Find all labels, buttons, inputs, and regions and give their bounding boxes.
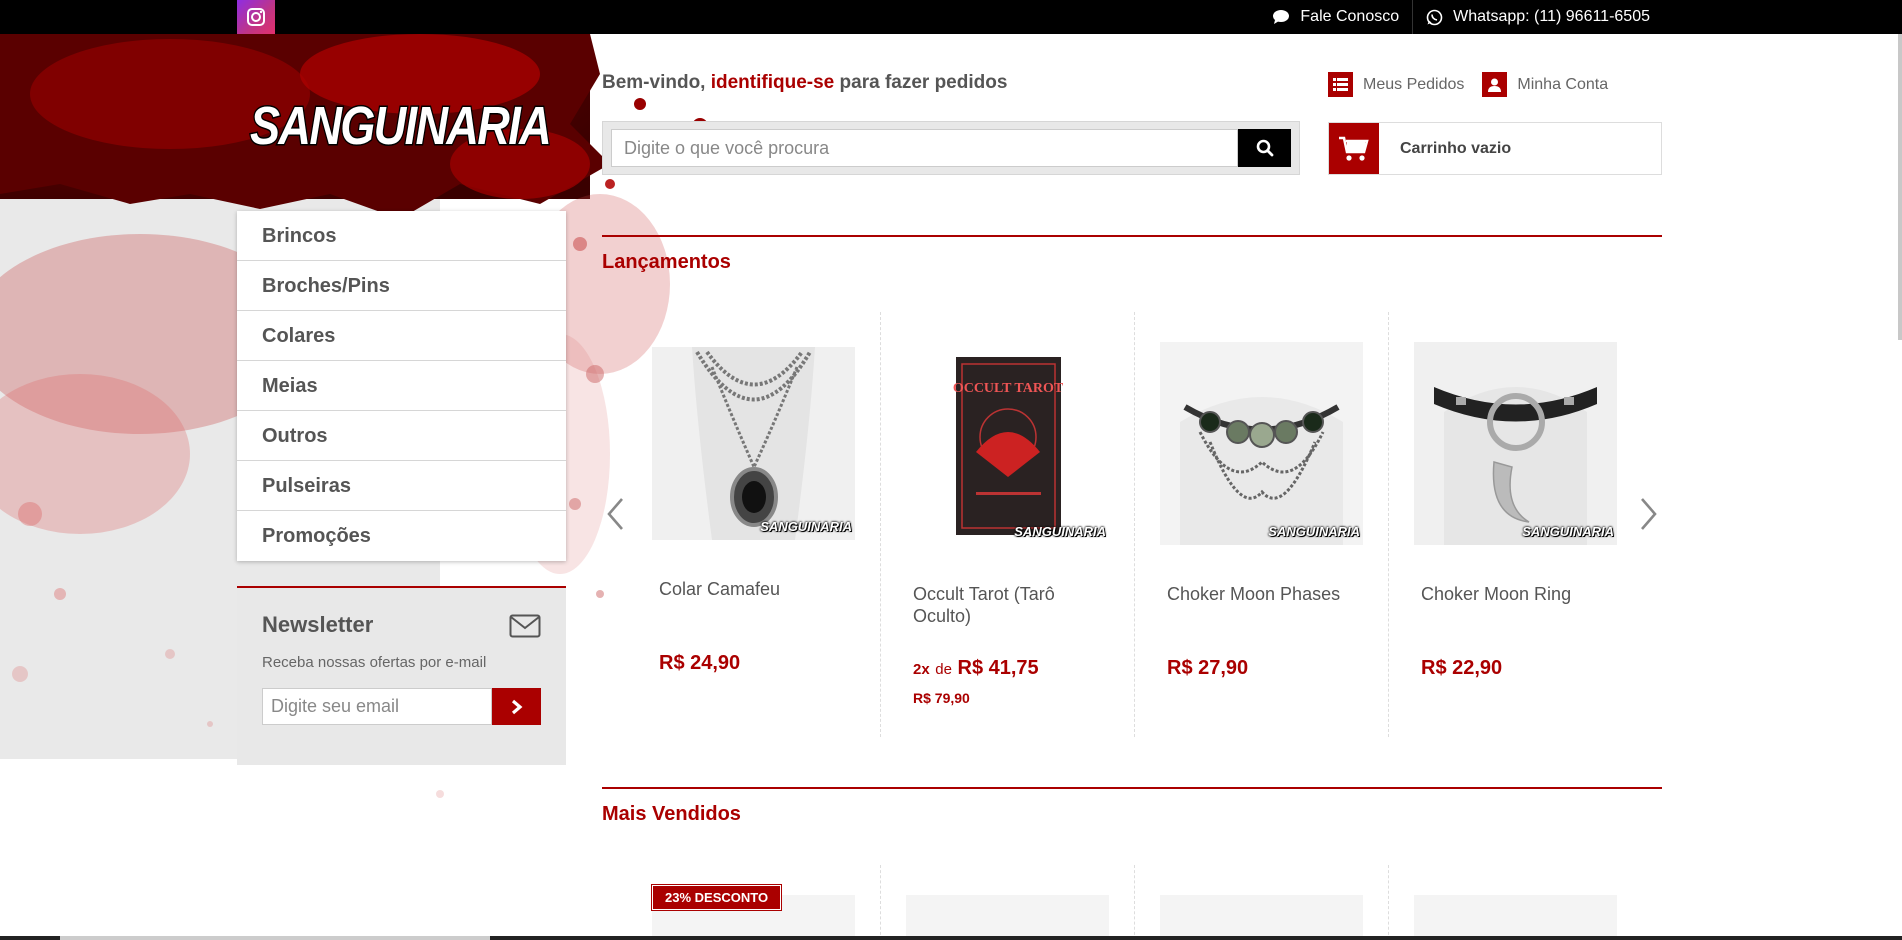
product-name[interactable]: Colar Camafeu [652,578,855,622]
product-watermark: SANGUINARIA [760,519,852,534]
newsletter-email-input[interactable] [262,688,492,725]
product-card[interactable] [881,865,1135,940]
cart-status: Carrinho vazio [1400,139,1512,157]
category-item-outros[interactable]: Outros [237,411,566,461]
category-item-pulseiras[interactable]: Pulseiras [237,461,566,511]
product-name[interactable]: Choker Moon Ring [1414,583,1618,627]
product-watermark: SANGUINARIA [1014,524,1106,539]
product-installment-price: 2x de R$ 41,75 [913,657,1039,679]
product-card[interactable]: OCCULT TAROT SANGUINARIA Occult Tarot (T… [881,312,1135,737]
product-watermark: SANGUINARIA [1268,524,1360,539]
top-bar: Fale Conosco Whatsapp: (11) 96611-6505 [0,0,1902,34]
discount-badge: 23% DESCONTO [652,885,782,910]
chat-bubble-icon [1273,10,1290,24]
product-image[interactable] [1160,895,1363,940]
product-image[interactable]: SANGUINARIA [1160,342,1363,545]
category-item-brincos[interactable]: Brincos [237,211,566,261]
product-image[interactable]: SANGUINARIA [1414,342,1617,545]
product-image[interactable] [906,895,1109,940]
newsletter-title: Newsletter [262,612,374,637]
section-title-lancamentos: Lançamentos [602,235,1662,274]
my-orders-link[interactable]: Meus Pedidos [1328,72,1464,97]
account-links: Meus Pedidos Minha Conta [1328,72,1608,97]
chevron-left-icon [607,498,623,530]
page-scrollbar[interactable] [1898,34,1902,340]
search-icon [1256,139,1273,157]
product-image[interactable] [1414,895,1617,940]
bottom-edge [0,936,1902,940]
tarot-box-title: OCCULT TAROT [953,381,1064,396]
category-item-colares[interactable]: Colares [237,311,566,361]
chevron-right-icon [511,699,522,714]
welcome-message: Bem-vindo, identifique-se para fazer ped… [602,72,1008,93]
whatsapp-icon [1426,9,1443,25]
cart-widget[interactable]: Carrinho vazio [1328,122,1662,175]
category-menu: Brincos Broches/Pins Colares Meias Outro… [237,211,566,561]
store-logo[interactable]: SANGUINARIA [248,82,558,162]
product-name[interactable]: Choker Moon Phases [1160,583,1363,627]
newsletter-submit-button[interactable] [492,688,541,725]
newsletter-panel: Newsletter Receba nossas ofertas por e-m… [237,586,566,765]
section-title-mais-vendidos: Mais Vendidos [602,787,1662,826]
category-item-promocoes[interactable]: Promoções [237,511,566,561]
shopping-cart-icon [1329,123,1379,174]
best-sellers-carousel: 23% DESCONTO [627,865,1643,940]
newsletter-form [262,688,541,725]
list-icon [1328,72,1353,97]
product-card[interactable]: SANGUINARIA Colar Camafeu R$ 24,90 [627,312,881,737]
whatsapp-link[interactable]: Whatsapp: (11) 96611-6505 [1412,0,1663,34]
envelope-icon [509,614,541,638]
contact-link[interactable]: Fale Conosco [1259,0,1412,34]
search-button[interactable] [1238,129,1291,167]
svg-text:SANGUINARIA: SANGUINARIA [250,96,550,156]
product-carousel: SANGUINARIA Colar Camafeu R$ 24,90 OCCUL… [627,312,1643,737]
category-item-broches-pins[interactable]: Broches/Pins [237,261,566,311]
product-price: R$ 27,90 [1167,657,1249,679]
product-card[interactable]: SANGUINARIA Choker Moon Phases R$ 27,90 [1135,312,1389,737]
my-account-link[interactable]: Minha Conta [1482,72,1608,97]
product-watermark: SANGUINARIA [1522,524,1614,539]
search-input[interactable] [611,129,1238,167]
product-card[interactable]: SANGUINARIA Choker Moon Ring R$ 22,90 [1389,312,1643,737]
product-card[interactable] [1389,865,1643,940]
contact-label: Fale Conosco [1300,8,1400,25]
instagram-icon[interactable] [237,0,275,34]
product-name[interactable]: Occult Tarot (Tarô Oculto) [906,583,1109,627]
product-image[interactable]: SANGUINARIA [652,347,855,540]
login-link[interactable]: identifique-se [711,72,835,93]
whatsapp-label: Whatsapp: (11) 96611-6505 [1453,8,1650,25]
product-price: R$ 24,90 [659,652,741,674]
product-card[interactable]: 23% DESCONTO [627,865,881,940]
user-icon [1482,72,1508,97]
product-image[interactable]: OCCULT TAROT SANGUINARIA [906,342,1109,545]
category-item-meias[interactable]: Meias [237,361,566,411]
product-full-price: R$ 79,90 [913,690,970,706]
product-price: R$ 22,90 [1421,657,1503,679]
product-card[interactable] [1135,865,1389,940]
carousel-prev-button[interactable] [600,494,630,534]
newsletter-description: Receba nossas ofertas por e-mail [262,654,487,671]
search-bar [602,121,1300,175]
